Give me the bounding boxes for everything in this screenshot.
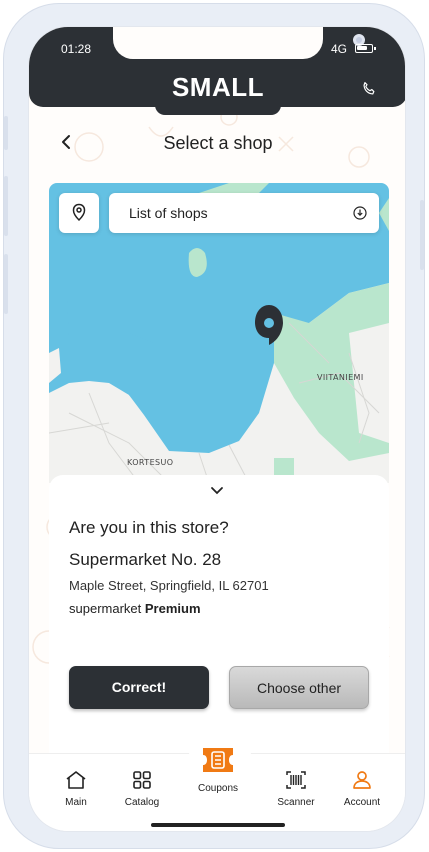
tab-account-label: Account <box>343 797 381 808</box>
tab-account[interactable]: Account <box>330 769 394 808</box>
barcode-icon <box>286 771 306 789</box>
power-button <box>420 200 424 270</box>
tab-main[interactable]: Main <box>44 769 108 808</box>
tab-scanner[interactable]: Scanner <box>264 769 328 808</box>
confirm-store-button[interactable]: Correct! <box>69 666 209 709</box>
shop-type-tier: Premium <box>144 601 201 616</box>
choose-other-button[interactable]: Choose other <box>229 666 369 709</box>
phone-frame: 01:28 4G SMALL Select a shop VIITANIEMI … <box>3 3 425 849</box>
shop-type-prefix: supermarket <box>69 601 142 616</box>
page-title: Select a shop <box>163 133 273 153</box>
side-button <box>4 176 8 236</box>
tab-catalog-label: Catalog <box>124 797 160 808</box>
battery-icon <box>355 44 376 53</box>
chevron-down-icon[interactable] <box>209 485 225 497</box>
confirm-question: Are you in this store? <box>69 518 229 537</box>
grid-icon <box>133 771 151 789</box>
tab-main-label: Main <box>65 797 87 808</box>
shop-name: Supermarket No. 28 <box>69 550 222 569</box>
locate-button[interactable] <box>59 193 99 233</box>
phone-call-icon[interactable] <box>360 80 378 98</box>
home-icon <box>66 771 86 789</box>
status-time: 01:28 <box>61 42 92 56</box>
shop-list-dropdown[interactable]: List of shops <box>109 193 379 233</box>
status-network: 4G <box>331 42 348 56</box>
side-button <box>4 116 8 150</box>
shop-list-label: List of shops <box>129 205 208 221</box>
shop-address: Maple Street, Springfield, IL 62701 <box>69 578 269 593</box>
tab-coupons-label: Coupons <box>197 783 239 794</box>
store-confirmation-sheet: Are you in this store? Supermarket No. 2… <box>49 475 389 755</box>
notch <box>113 27 365 59</box>
side-button <box>4 254 8 314</box>
shop-type: supermarket Premium <box>69 601 201 616</box>
map-label: KORTESUO <box>127 458 174 467</box>
user-icon <box>353 771 371 789</box>
home-indicator <box>151 823 285 827</box>
location-pin-icon <box>72 203 86 222</box>
tab-catalog[interactable]: Catalog <box>110 769 174 808</box>
brand-title: SMALL <box>171 72 265 102</box>
battery-level <box>357 46 367 50</box>
brand-tab <box>155 101 281 115</box>
tab-scanner-label: Scanner <box>277 797 315 808</box>
tab-coupons[interactable]: Coupons <box>186 743 250 794</box>
map-label: VIITANIEMI <box>317 373 364 382</box>
coupon-icon <box>203 748 233 772</box>
app-screen: 01:28 4G SMALL Select a shop VIITANIEMI … <box>28 26 406 832</box>
download-circle-icon <box>353 206 367 220</box>
